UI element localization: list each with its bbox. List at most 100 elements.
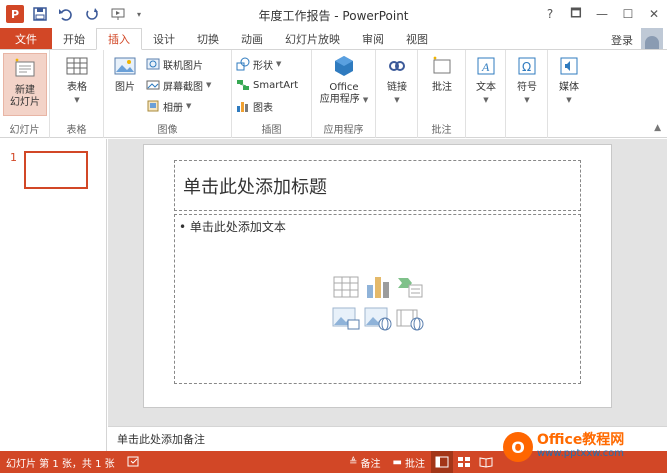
symbol-button[interactable]: Ω 符号 ▼ — [510, 53, 544, 106]
avatar[interactable] — [641, 28, 663, 50]
new-slide-label-2: 幻灯片 — [10, 97, 40, 108]
insert-smartart-icon[interactable] — [394, 271, 426, 303]
shapes-label: 形状 — [253, 60, 273, 72]
group-label-tables: 表格 — [66, 125, 87, 136]
slide-sorter-view-button[interactable] — [453, 451, 475, 473]
start-from-beginning-icon[interactable] — [108, 4, 128, 24]
tab-file[interactable]: 文件 — [0, 28, 52, 50]
chevron-down-icon: ▼ — [276, 60, 282, 68]
powerpoint-app-icon[interactable]: P — [6, 5, 24, 23]
link-button[interactable]: 链接 ▼ — [380, 53, 414, 106]
photo-album-label: 相册 — [163, 102, 183, 114]
group-label-illustrations: 插图 — [261, 125, 282, 136]
insert-online-picture-icon[interactable] — [362, 303, 394, 335]
insert-table-icon[interactable] — [330, 271, 362, 303]
redo-icon[interactable] — [82, 4, 102, 24]
maximize-button[interactable]: ☐ — [615, 0, 641, 28]
sign-in-link[interactable]: 登录 — [611, 32, 633, 48]
group-symbols: Ω 符号 ▼ — [506, 50, 548, 138]
smartart-button[interactable]: SmartArt — [236, 76, 298, 94]
shapes-button[interactable]: 形状 ▼ — [236, 55, 281, 73]
office-label: Office — [329, 82, 359, 93]
screenshot-label: 屏幕截图 — [163, 81, 203, 93]
watermark-brand: Office教程网 — [537, 432, 625, 448]
comment-button[interactable]: 批注 — [425, 53, 459, 94]
content-placeholder-text: • 单击此处添加文本 — [179, 220, 286, 234]
symbol-label: 符号 — [517, 82, 537, 93]
group-label-slides: 幻灯片 — [9, 125, 40, 136]
tab-design[interactable]: 设计 — [142, 28, 186, 50]
smartart-label: SmartArt — [253, 79, 299, 91]
title-placeholder[interactable]: 单击此处添加标题 — [174, 160, 581, 211]
tab-home[interactable]: 开始 — [52, 28, 96, 50]
customize-qat-icon[interactable]: ▾ — [134, 4, 144, 24]
slide-thumbnail[interactable] — [24, 151, 88, 189]
insert-video-icon[interactable] — [394, 303, 426, 335]
group-label-comments: 批注 — [431, 125, 452, 136]
online-pictures-button[interactable]: 联机图片 — [146, 55, 203, 73]
notes-toggle-label: 备注 — [360, 458, 381, 470]
quick-access-toolbar: P ▾ — [0, 0, 144, 28]
text-box-icon: A — [473, 53, 499, 79]
title-bar: P ▾ 年度工作报告 - PowerPoint ? 🗖 — ☐ ✕ — [0, 0, 667, 28]
minimize-button[interactable]: — — [589, 0, 615, 28]
chevron-down-icon: ▼ — [206, 81, 212, 89]
slide-number: 1 — [10, 151, 17, 164]
chevron-down-icon: ▼ — [524, 96, 530, 104]
site-watermark: O Office教程网 www.pptxxw.com — [503, 425, 663, 469]
tab-transitions[interactable]: 切换 — [186, 28, 230, 50]
content-placeholder[interactable]: • 单击此处添加文本 — [174, 214, 581, 384]
picture-icon — [112, 53, 138, 79]
apps-for-office-button[interactable]: Office 应用程序 ▼ — [315, 53, 373, 106]
speaker-icon — [556, 53, 582, 79]
media-button[interactable]: 媒体 ▼ — [552, 53, 586, 106]
watermark-text: Office教程网 www.pptxxw.com — [537, 433, 624, 461]
insert-picture-icon[interactable] — [330, 303, 362, 335]
reading-view-button[interactable] — [475, 451, 497, 473]
close-button[interactable]: ✕ — [641, 0, 667, 28]
svg-text:A: A — [481, 60, 490, 74]
save-icon[interactable] — [30, 4, 50, 24]
comment-label: 批注 — [432, 82, 452, 93]
link-label: 链接 — [387, 82, 407, 93]
proofing-icon[interactable] — [121, 451, 147, 473]
comments-toggle-button[interactable]: ▬ 批注 — [387, 451, 431, 473]
ribbon-display-options-button[interactable]: 🗖 — [563, 0, 589, 28]
normal-view-button[interactable] — [431, 451, 453, 473]
tab-slideshow[interactable]: 幻灯片放映 — [274, 28, 351, 50]
tab-view[interactable]: 视图 — [395, 28, 439, 50]
screenshot-button[interactable]: 屏幕截图 ▼ — [146, 76, 211, 94]
screenshot-icon — [146, 78, 160, 92]
collapse-ribbon-icon[interactable]: ▲ — [654, 123, 661, 133]
picture-button[interactable]: 图片 — [110, 53, 140, 94]
online-pictures-icon — [146, 57, 160, 71]
help-button[interactable]: ? — [537, 0, 563, 28]
notes-toggle-button[interactable]: ≜ 备注 — [343, 451, 386, 473]
chevron-down-icon: ▼ — [74, 96, 80, 104]
undo-icon[interactable] — [56, 4, 76, 24]
comment-icon — [429, 53, 455, 79]
text-label: 文本 — [476, 82, 496, 93]
table-button[interactable]: 表格 ▼ — [59, 53, 95, 106]
comments-toggle-label: 批注 — [405, 458, 425, 470]
window-controls: ? 🗖 — ☐ ✕ — [537, 0, 667, 28]
shapes-icon — [236, 57, 250, 71]
chart-button[interactable]: 图表 — [236, 97, 273, 115]
slide-counter: 幻灯片 第 1 张，共 1 张 — [6, 458, 115, 470]
tab-review[interactable]: 审阅 — [351, 28, 395, 50]
chevron-down-icon: ▼ — [394, 96, 400, 104]
group-illustrations: 形状 ▼ SmartArt 图表 插图 — [232, 50, 312, 138]
tab-insert[interactable]: 插入 — [96, 28, 142, 50]
tab-animations[interactable]: 动画 — [230, 28, 274, 50]
new-slide-button[interactable]: 新建 幻灯片 — [3, 53, 47, 116]
photo-album-icon — [146, 99, 160, 113]
photo-album-button[interactable]: 相册 ▼ — [146, 97, 191, 115]
group-apps: Office 应用程序 ▼ 应用程序 — [312, 50, 376, 138]
insert-chart-icon[interactable] — [362, 271, 394, 303]
online-pictures-label: 联机图片 — [163, 60, 203, 72]
svg-text:Ω: Ω — [522, 60, 531, 74]
group-comments: 批注 批注 — [418, 50, 466, 138]
powerpoint-window: P ▾ 年度工作报告 - PowerPoint ? 🗖 — ☐ ✕ 文件 开始 … — [0, 0, 667, 473]
text-button[interactable]: A 文本 ▼ — [469, 53, 503, 106]
chevron-down-icon: ▼ — [483, 96, 489, 104]
